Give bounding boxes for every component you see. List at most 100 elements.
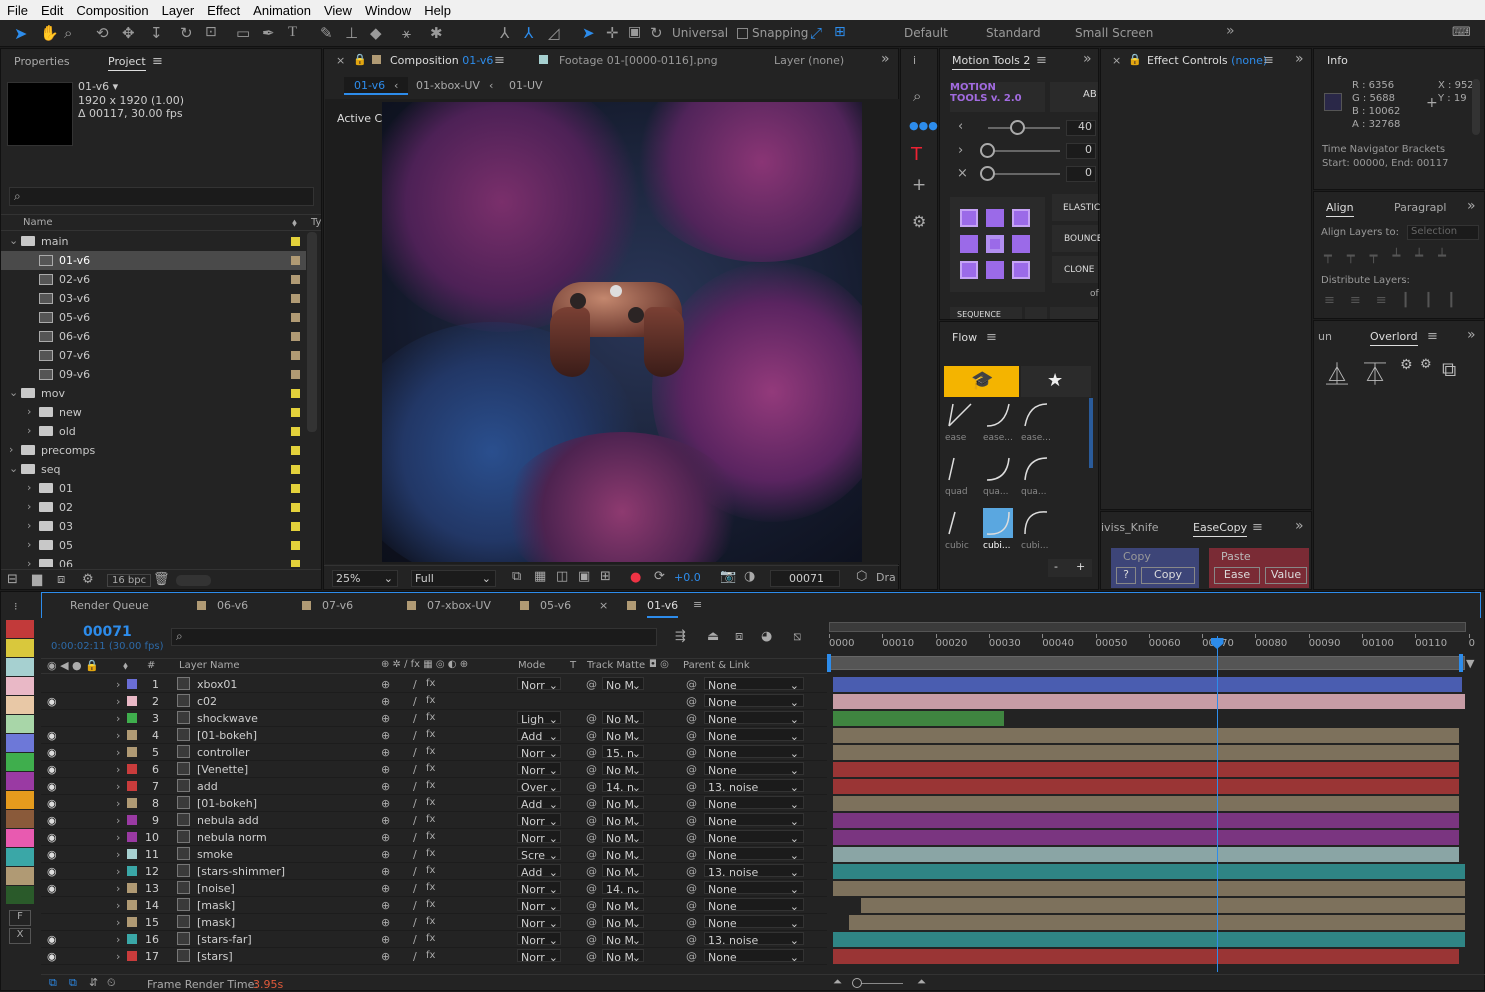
zoom-dropdown[interactable]: 25% ⌄ (332, 570, 398, 587)
motion-tools-title[interactable]: Motion Tools 2 (952, 54, 1031, 70)
layer-row[interactable]: ◉ › 17 [stars] ⊕ ∕ fx Norr ⌄ @ No M ⌄ @ None ⌄ (41, 948, 827, 965)
anchor-tool-icon[interactable]: ⊡ (205, 24, 217, 42)
pan-tool-icon[interactable]: ✥ (122, 24, 135, 42)
pickwhip-icon[interactable]: @ (686, 882, 697, 895)
current-frame-field[interactable]: 00071 (770, 570, 840, 587)
column-track-matte[interactable]: Track Matte (587, 660, 645, 671)
layer-label-color[interactable] (127, 815, 137, 825)
flow-learn-tab[interactable]: 🎓 (944, 366, 1019, 397)
column-number[interactable]: # (147, 660, 155, 671)
fx-switch-icon[interactable]: fx (426, 865, 435, 876)
column-name[interactable]: Name (23, 217, 53, 228)
minus-button[interactable]: - (1054, 560, 1058, 573)
layer-name[interactable]: controller (197, 746, 249, 759)
pickwhip-icon[interactable]: @ (686, 746, 697, 759)
flow-curve-preset[interactable] (1021, 508, 1051, 538)
twirl-arrow-icon[interactable]: › (116, 695, 120, 708)
expand-arrow-icon[interactable]: › (27, 557, 31, 567)
puppet-tool-icon[interactable]: ✱ (430, 24, 443, 42)
quality-switch-icon[interactable]: ∕ (413, 729, 417, 742)
project-item[interactable]: 01-v6 (1, 251, 306, 270)
exposure-value[interactable]: +0.0 (674, 571, 701, 584)
label-color-swatch[interactable] (6, 791, 34, 809)
dolly-tool-icon[interactable]: ↧ (150, 24, 163, 42)
column-t[interactable]: T (570, 660, 576, 671)
slider-track[interactable] (988, 173, 1060, 175)
draft-3d-icon[interactable]: ⏏ (707, 629, 719, 644)
label-color-swatch[interactable] (6, 734, 34, 752)
pickwhip-icon[interactable]: @ (686, 678, 697, 691)
expand-arrow-icon[interactable]: › (27, 424, 31, 437)
shy-switch-icon[interactable]: ⊕ (381, 746, 390, 759)
paste-ease-button[interactable]: Ease (1214, 567, 1260, 584)
matte-link-icon[interactable]: @ (586, 763, 597, 776)
layer-label-color[interactable] (127, 934, 137, 944)
shy-switch-icon[interactable]: ⊕ (381, 763, 390, 776)
project-item[interactable]: 02-v6 (1, 270, 306, 289)
project-item[interactable]: ⌄ mov (1, 384, 306, 403)
layer-row[interactable]: › 1 xbox01 ⊕ ∕ fx Norr ⌄ @ No M ⌄ @ None ⌄ (41, 676, 827, 693)
track-matte-dropdown[interactable]: No M ⌄ (602, 728, 644, 743)
project-menu-icon[interactable]: ≡ (152, 54, 163, 69)
fx-switch-icon[interactable]: fx (426, 848, 435, 859)
flow-curve-preset[interactable] (983, 454, 1013, 484)
expand-arrow-icon[interactable]: › (27, 538, 31, 551)
swatch-letter-button[interactable]: F (9, 910, 31, 926)
zoom-tool-icon[interactable]: ⌕ (64, 24, 72, 42)
layer-name[interactable]: [stars-shimmer] (197, 865, 285, 878)
layer-label-color[interactable] (127, 832, 137, 842)
parent-dropdown[interactable]: None ⌄ (704, 796, 804, 811)
fx-switch-icon[interactable]: fx (426, 712, 435, 723)
track-matte-dropdown[interactable]: No M ⌄ (602, 762, 644, 777)
twirl-arrow-icon[interactable]: › (116, 729, 120, 742)
twirl-arrow-icon[interactable]: › (116, 780, 120, 793)
slider-value-3[interactable]: 0 (1066, 166, 1096, 182)
flow-curve-preset[interactable] (945, 400, 975, 430)
parent-dropdown[interactable]: 13. noise ⌄ (704, 932, 804, 947)
layer-name[interactable]: nebula add (197, 814, 259, 827)
graph-editor-icon[interactable]: ⧅ (793, 629, 801, 644)
time-ruler[interactable]: 0000000100002000030000400005000060000700… (829, 634, 1475, 654)
label-color-swatch[interactable] (291, 294, 300, 303)
shy-switch-icon[interactable]: ⊕ (381, 865, 390, 878)
anchor-point[interactable] (986, 209, 1004, 227)
layer-duration-bar[interactable] (833, 830, 1459, 845)
frame-blending-icon[interactable]: ◕ (761, 629, 772, 644)
pickwhip-icon[interactable]: @ (686, 865, 697, 878)
eye-icon[interactable]: ◉ (47, 950, 57, 963)
project-item[interactable]: ⌄ main (1, 232, 306, 251)
matte-link-icon[interactable]: @ (586, 712, 597, 725)
fx-switch-icon[interactable]: fx (426, 695, 435, 706)
track-matte-dropdown[interactable]: No M ⌄ (602, 830, 644, 845)
layer-label-color[interactable] (127, 764, 137, 774)
parent-dropdown[interactable]: None ⌄ (704, 728, 804, 743)
layer-row[interactable]: › 15 [mask] ⊕ ∕ fx Norr ⌄ @ No M ⌄ @ None ⌄ (41, 914, 827, 931)
layer-name[interactable]: add (197, 780, 218, 793)
shy-switch-icon[interactable]: ⊕ (381, 950, 390, 963)
project-item[interactable]: › 06 (1, 555, 306, 567)
tab-viss-knife[interactable]: iviss_Knife (1101, 521, 1158, 534)
track-matte-dropdown[interactable]: No M ⌄ (602, 677, 644, 692)
snapping-checkbox[interactable] (737, 28, 748, 39)
twirl-arrow-icon[interactable]: › (116, 797, 120, 810)
channels-icon[interactable]: ● (630, 570, 641, 585)
parent-dropdown[interactable]: None ⌄ (704, 694, 804, 709)
quality-switch-icon[interactable]: ∕ (413, 814, 417, 827)
hide-shy-layers-icon[interactable]: ⧈ (735, 629, 743, 644)
quality-switch-icon[interactable]: ∕ (413, 848, 417, 861)
matte-link-icon[interactable]: @ (586, 916, 597, 929)
track-matte-dropdown[interactable]: No M ⌄ (602, 898, 644, 913)
label-color-swatch[interactable] (6, 867, 34, 885)
comp-marker-bin-icon[interactable]: ▼ (1466, 657, 1480, 671)
label-color-swatch[interactable] (6, 772, 34, 790)
layer-name[interactable]: shockwave (197, 712, 258, 725)
layer-row[interactable]: › 3 shockwave ⊕ ∕ fx Ligh ⌄ @ No M ⌄ @ None ⌄ (41, 710, 827, 727)
quality-switch-icon[interactable]: ∕ (413, 950, 417, 963)
panel-more-icon[interactable]: » (1467, 327, 1476, 343)
shy-switch-icon[interactable]: ⊕ (381, 729, 390, 742)
blend-mode-dropdown[interactable]: Norr ⌄ (517, 745, 561, 760)
snap-grid-icon[interactable]: ⊞ (834, 24, 846, 42)
layer-row[interactable]: ◉ › 7 add ⊕ ∕ fx Over ⌄ @14. n ⌄ @13. noise ⌄ (41, 778, 827, 795)
type-tool-icon[interactable]: T (288, 24, 297, 42)
matte-link-icon[interactable]: @ (586, 848, 597, 861)
